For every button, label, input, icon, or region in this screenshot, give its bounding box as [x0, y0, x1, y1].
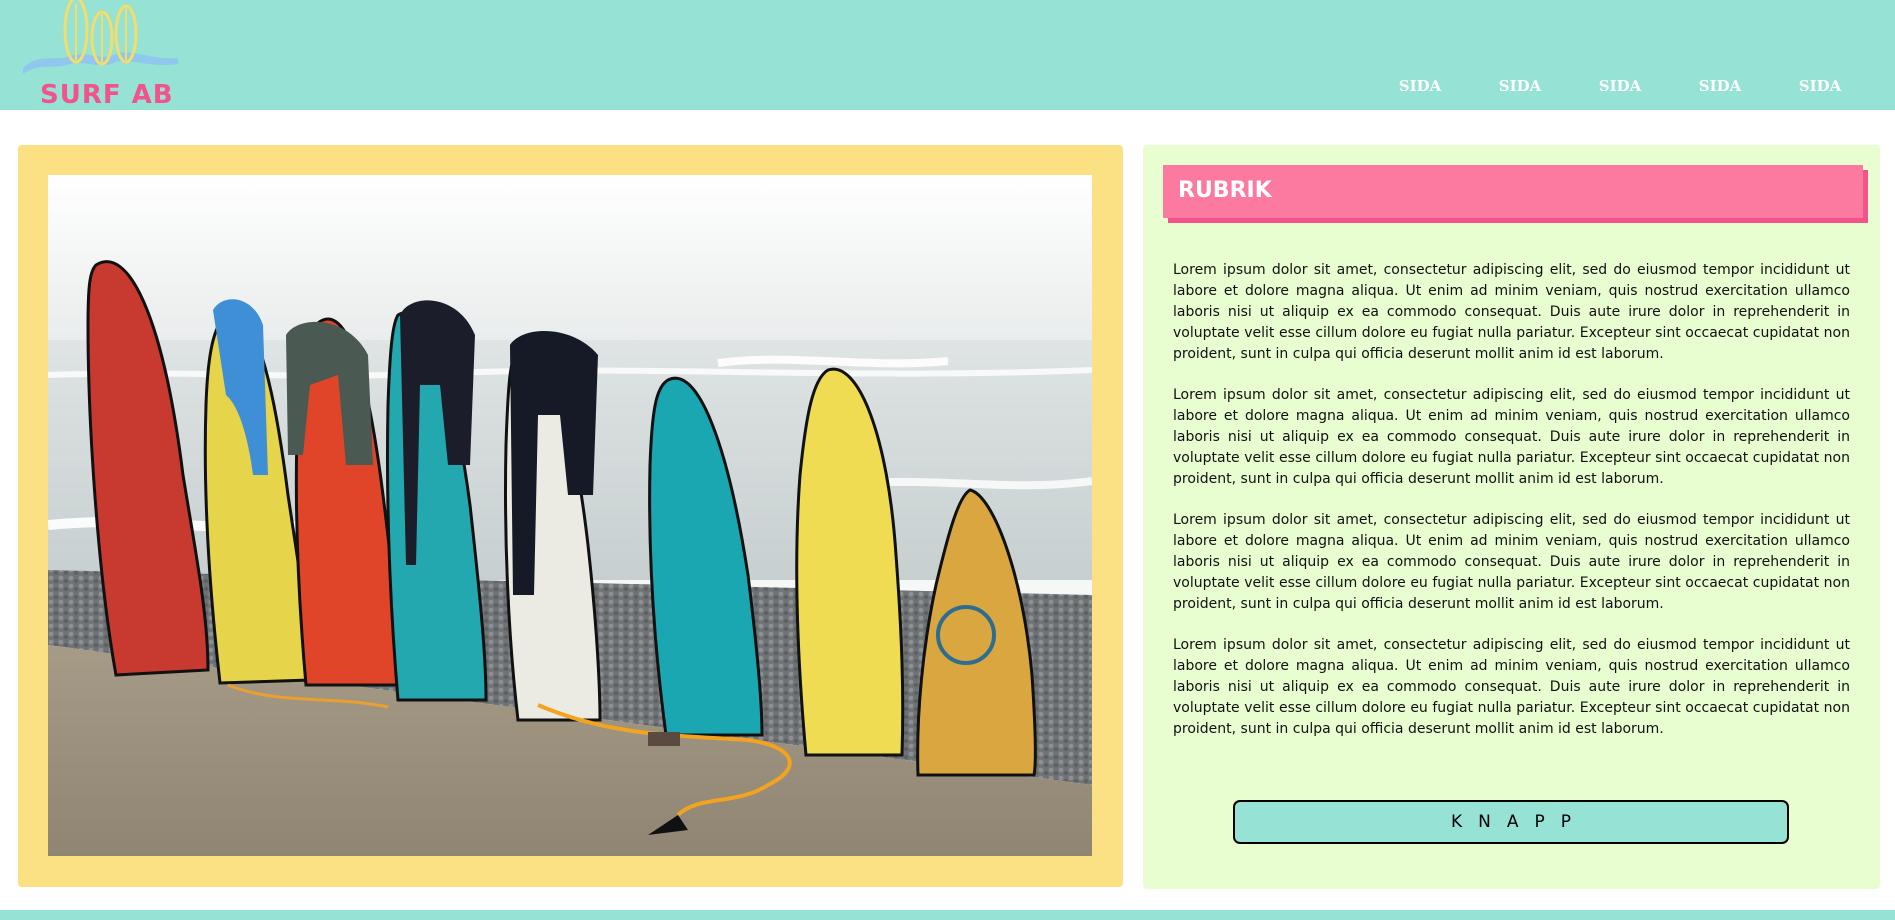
paragraph-1: Lorem ipsum dolor sit amet, consectetur …: [1173, 262, 1850, 362]
logo-text: SURF AB: [40, 80, 174, 110]
nav-link-5[interactable]: SIDA: [1770, 77, 1870, 95]
site-header: SURF AB SIDA SIDA SIDA SIDA SIDA: [0, 0, 1895, 110]
main-nav: SIDA SIDA SIDA SIDA SIDA: [1370, 77, 1870, 95]
panel-heading: RUBRIK: [1163, 165, 1863, 218]
nav-link-2[interactable]: SIDA: [1470, 77, 1570, 95]
nav-link-1[interactable]: SIDA: [1370, 77, 1470, 95]
logo[interactable]: SURF AB: [20, 0, 180, 110]
surfboards-logo-icon: [23, 0, 178, 74]
paragraph-2: Lorem ipsum dolor sit amet, consectetur …: [1173, 387, 1850, 487]
footer-strip: [0, 910, 1895, 920]
nav-link-3[interactable]: SIDA: [1570, 77, 1670, 95]
surfboards-photo: [48, 175, 1092, 856]
photo-frame: [18, 145, 1123, 887]
panel-text: Lorem ipsum dolor sit amet, consectetur …: [1173, 260, 1850, 760]
nav-link-4[interactable]: SIDA: [1670, 77, 1770, 95]
info-panel: RUBRIK Lorem ipsum dolor sit amet, conse…: [1143, 145, 1880, 889]
paragraph-3: Lorem ipsum dolor sit amet, consectetur …: [1173, 512, 1850, 612]
paragraph-4: Lorem ipsum dolor sit amet, consectetur …: [1173, 637, 1850, 737]
panel-heading-text: RUBRIK: [1178, 178, 1272, 203]
knapp-button[interactable]: KNAPP: [1233, 800, 1789, 844]
